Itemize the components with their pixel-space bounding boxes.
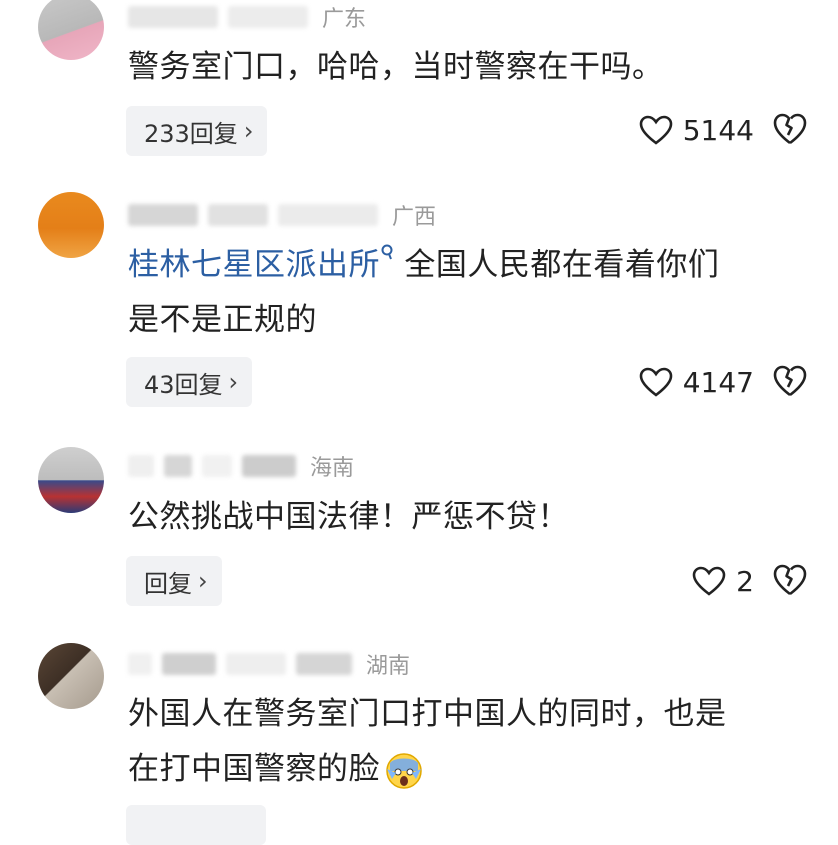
like-button[interactable]: 4147: [639, 362, 754, 402]
like-button[interactable]: 2: [692, 561, 754, 601]
broken-heart-icon: [773, 113, 807, 145]
search-link-icon: [381, 244, 393, 260]
username-redacted: [128, 653, 152, 675]
avatar[interactable]: [38, 192, 104, 258]
username-redacted: [162, 653, 216, 675]
like-button[interactable]: 5144: [639, 110, 754, 150]
chevron-right-icon: ›: [243, 117, 254, 145]
like-count: 2: [736, 564, 754, 598]
username-redacted: [128, 204, 198, 226]
broken-heart-icon: [773, 365, 807, 397]
dislike-button[interactable]: [772, 112, 808, 148]
shocked-face-emoji: [384, 751, 424, 791]
username-redacted: [242, 455, 296, 477]
comment-text: 警务室门口，哈哈，当时警察在干吗。: [128, 49, 664, 85]
comment-meta: 湖南: [128, 649, 410, 679]
chevron-right-icon: ›: [198, 567, 208, 595]
dislike-button[interactable]: [772, 563, 808, 599]
region-label: 广东: [322, 7, 367, 32]
like-count: 4147: [682, 365, 754, 399]
reply-button[interactable]: [126, 805, 266, 845]
avatar[interactable]: [38, 643, 104, 709]
reply-button[interactable]: 233回复 ›: [126, 106, 268, 156]
comment-text: 公然挑战中国法律！严惩不贷！: [128, 499, 569, 535]
username-redacted: [226, 653, 286, 675]
username-redacted: [128, 455, 154, 477]
username-redacted: [164, 455, 192, 477]
comment-text: 外国人在警务室门口打中国人的同时，也是 在打中国警察的脸: [128, 687, 808, 797]
region-label: 湖南: [366, 654, 411, 679]
comment-meta: 广西: [128, 200, 436, 230]
username-redacted: [228, 6, 308, 28]
avatar[interactable]: [38, 447, 104, 513]
heart-outline-icon: [692, 566, 726, 596]
dislike-button[interactable]: [772, 364, 808, 400]
reply-button[interactable]: 回复 ›: [126, 556, 222, 606]
avatar[interactable]: [38, 0, 104, 60]
like-count: 5144: [682, 113, 754, 147]
region-label: 广西: [392, 205, 437, 230]
comment-meta: 广东: [128, 2, 366, 32]
mention-link[interactable]: 桂林七星区派出所: [128, 244, 394, 283]
broken-heart-icon: [773, 564, 807, 596]
username-redacted: [278, 204, 378, 226]
heart-outline-icon: [639, 367, 673, 397]
comment-text: 桂林七星区派出所 全国人民都在看着你们 是不是正规的: [128, 238, 808, 348]
username-redacted: [128, 6, 218, 28]
comment-meta: 海南: [128, 451, 354, 481]
username-redacted: [202, 455, 232, 477]
heart-outline-icon: [639, 115, 673, 145]
chevron-right-icon: ›: [228, 368, 239, 396]
reply-button[interactable]: 43回复 ›: [126, 357, 253, 407]
username-redacted: [296, 653, 352, 675]
region-label: 海南: [310, 456, 355, 481]
username-redacted: [208, 204, 268, 226]
